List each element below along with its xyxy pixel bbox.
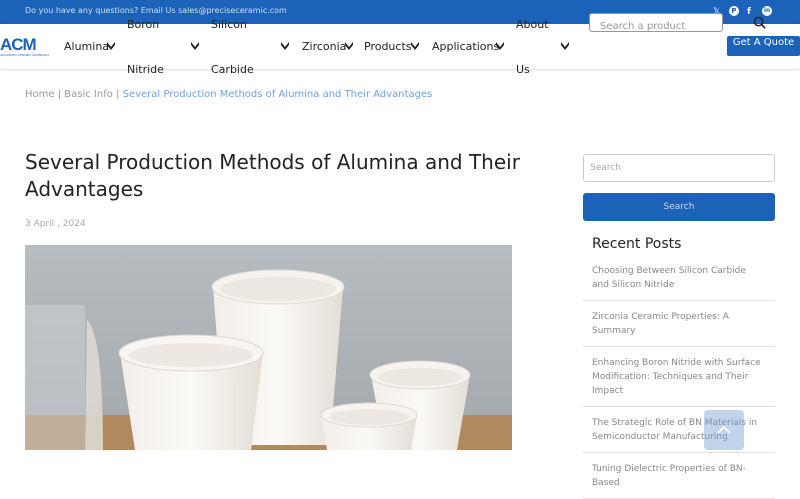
chevron-down-icon[interactable] <box>410 41 420 51</box>
contact-info[interactable]: Do you have any questions? Email Us sale… <box>25 6 287 15</box>
recent-post-link[interactable]: Tuning Dielectric Properties of BN-Based <box>583 453 775 499</box>
nav-applications[interactable]: Applications <box>432 40 499 53</box>
breadcrumb-basic-info[interactable]: Basic Info <box>64 89 113 100</box>
chevron-down-icon[interactable] <box>106 41 116 51</box>
article-date: 3 April , 2024 <box>25 219 86 229</box>
site-logo[interactable]: ACM ADVANCED CERAMIC MATERIALS <box>0 35 49 58</box>
chevron-down-icon[interactable] <box>495 41 505 51</box>
breadcrumb-separator: | <box>54 89 65 100</box>
chevron-down-icon[interactable] <box>344 41 354 51</box>
nav-alumina[interactable]: Alumina <box>64 40 109 53</box>
nav-zirconia[interactable]: Zirconia <box>302 40 346 53</box>
sidebar-search-input[interactable] <box>590 156 760 180</box>
recent-post-link[interactable]: The Strategic Role of BN Materials in Se… <box>583 407 775 453</box>
sidebar-search-button-label: Search <box>663 202 695 212</box>
facebook-icon[interactable]: f <box>747 6 751 18</box>
article-hero-image <box>25 245 512 450</box>
alumina-crucibles-photo <box>25 245 512 450</box>
nav-products[interactable]: Products <box>364 40 412 53</box>
nav-about-line1[interactable]: About <box>516 18 549 31</box>
breadcrumb-separator: | <box>112 89 123 100</box>
breadcrumb: Home | Basic Info | Several Production M… <box>25 89 432 100</box>
recent-posts-heading: Recent Posts <box>592 236 682 252</box>
nav-about-line2[interactable]: Us <box>516 63 530 76</box>
page-title: Several Production Methods of Alumina an… <box>25 150 520 201</box>
recent-post-link[interactable]: Zirconia Ceramic Properties: A Summary <box>583 301 775 347</box>
get-a-quote-label: Get A Quote <box>732 37 795 48</box>
chevron-down-icon[interactable] <box>560 41 570 51</box>
sidebar-search-button[interactable]: Search <box>583 193 775 221</box>
breadcrumb-current: Several Production Methods of Alumina an… <box>122 89 433 100</box>
nav-boron-nitride-line2[interactable]: Nitride <box>127 63 164 76</box>
nav-silicon-carbide-line2[interactable]: Carbide <box>211 63 254 76</box>
header-search-box[interactable] <box>589 13 723 35</box>
pinterest-icon[interactable]: P <box>729 6 739 16</box>
search-icon[interactable] <box>753 16 766 29</box>
logo-mark: ACM <box>0 35 37 54</box>
header-search-input[interactable] <box>600 18 720 35</box>
back-to-top-button[interactable] <box>704 410 744 450</box>
back-to-top-icon <box>717 425 731 434</box>
nav-boron-nitride-line1[interactable]: Boron <box>127 18 159 31</box>
breadcrumb-home[interactable]: Home <box>25 89 55 100</box>
recent-post-link[interactable]: Enhancing Boron Nitride with Surface Mod… <box>583 347 775 407</box>
logo-tagline: ADVANCED CERAMIC MATERIALS <box>0 53 49 57</box>
linkedin-icon[interactable]: in <box>762 6 772 16</box>
nav-silicon-carbide-line1[interactable]: Silicon <box>211 18 247 31</box>
chevron-down-icon[interactable] <box>190 41 200 51</box>
recent-posts-list: Choosing Between Silicon Carbide and Sil… <box>583 255 775 499</box>
recent-post-link[interactable]: Choosing Between Silicon Carbide and Sil… <box>583 255 775 301</box>
sidebar-search-box[interactable] <box>583 154 775 182</box>
get-a-quote-button[interactable]: Get A Quote <box>727 36 800 56</box>
chevron-down-icon[interactable] <box>280 41 290 51</box>
